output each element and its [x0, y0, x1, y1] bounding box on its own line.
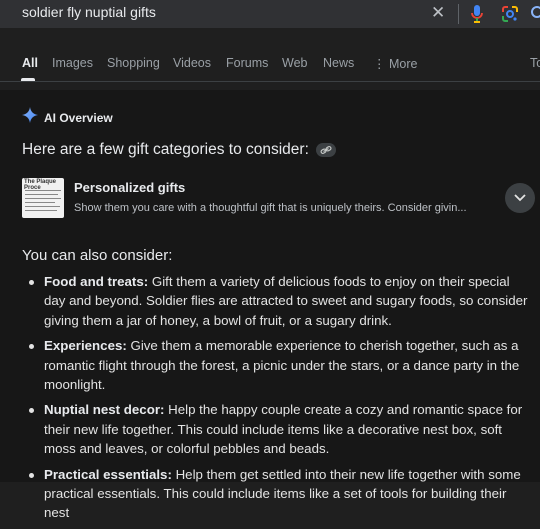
search-bar[interactable]: soldier fly nuptial gifts ✕ [0, 0, 540, 28]
tab-images[interactable]: Images [52, 56, 93, 70]
suggestion-list: Food and treats: Gift them a variety of … [22, 272, 534, 529]
thumbnail-line [25, 190, 61, 191]
thumbnail-line [25, 198, 61, 199]
tab-tools[interactable]: To [530, 56, 540, 70]
tab-shopping[interactable]: Shopping [107, 56, 160, 70]
item-title: Nuptial nest decor: [44, 402, 165, 418]
search-bar-divider [458, 4, 459, 24]
tabs-divider [0, 81, 540, 82]
tab-all[interactable]: All [22, 56, 38, 70]
intro-text: Here are a few gift categories to consid… [22, 141, 309, 158]
thumbnail-line [25, 194, 58, 195]
link-icon[interactable] [315, 143, 336, 157]
google-lens-icon[interactable] [500, 4, 520, 29]
tab-more[interactable]: ⋮ More [373, 56, 417, 71]
item-title: Food and treats: [44, 274, 149, 289]
intro-line: Here are a few gift categories to consid… [22, 141, 336, 159]
chevron-down-icon[interactable] [505, 183, 535, 213]
list-item: Practical essentials: Help them get sett… [22, 465, 534, 523]
list-item: Nuptial nest decor: Help the happy coupl… [22, 400, 534, 458]
ai-overview-title: AI Overview [44, 110, 113, 125]
clear-icon[interactable]: ✕ [431, 4, 445, 22]
thumbnail-line [25, 206, 60, 207]
thumbnail-line [25, 210, 57, 211]
item-title: Practical essentials: [44, 466, 172, 482]
ai-overview-header: AI Overview [22, 107, 113, 128]
thumbnail-line [25, 202, 55, 203]
list-item: Food and treats: Gift them a variety of … [22, 272, 534, 330]
tab-web[interactable]: Web [282, 56, 307, 70]
gift-card-personalized[interactable]: The Plaque Proce Personalized gifts Show… [22, 178, 535, 222]
also-consider-heading: You can also consider: [22, 247, 173, 264]
ai-overview-card: AI Overview Here are a few gift categori… [0, 90, 540, 520]
tab-videos[interactable]: Videos [173, 56, 211, 70]
gift-description: Show them you care with a thoughtful gif… [74, 202, 467, 214]
search-icon[interactable] [530, 4, 540, 29]
search-input[interactable]: soldier fly nuptial gifts [22, 4, 156, 20]
gift-thumbnail: The Plaque Proce [22, 178, 64, 218]
list-item: Experiences: Give them a memorable exper… [22, 336, 534, 394]
tab-news[interactable]: News [323, 56, 354, 70]
gemini-sparkle-icon [22, 107, 38, 128]
search-tabs: All Images Shopping Videos Forums Web Ne… [0, 52, 540, 81]
tab-forums[interactable]: Forums [226, 56, 268, 70]
microphone-icon[interactable] [470, 4, 484, 29]
item-title: Experiences: [44, 338, 127, 354]
gift-title: Personalized gifts [74, 180, 186, 195]
